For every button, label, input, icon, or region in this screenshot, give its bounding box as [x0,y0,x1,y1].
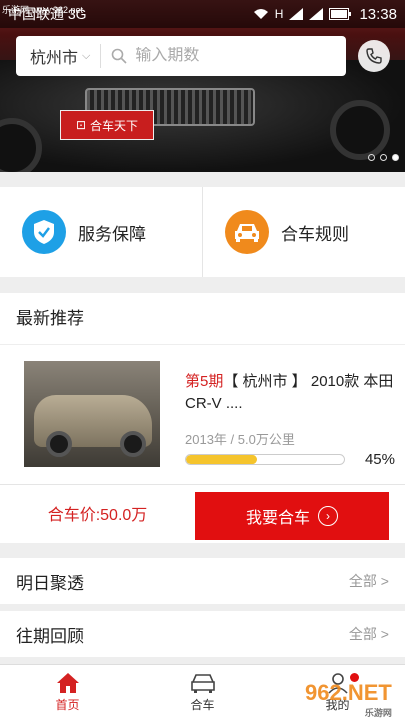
carousel-dot-active[interactable] [392,154,399,161]
car-icon [225,210,269,254]
clock: 13:38 [359,5,397,23]
price-label: 合车价:50.0万 [47,507,148,524]
city-selector[interactable]: 杭州市 ⌵ [16,44,102,68]
city-label: 杭州市 [30,50,79,67]
phone-button[interactable] [358,40,390,72]
listing-meta: 2013年 / 5.0万公里 [185,432,295,447]
row-history[interactable]: 往期回顾 全部 > [0,611,405,657]
signal-icon [309,8,324,20]
watermark-logo: 962.NET 乐游网 [305,680,392,718]
listing-card[interactable]: 第5期【 杭州市 】 2010款 本田CR-V .... 2013年 / 5.0… [0,345,405,485]
nav-label: 合车 [190,698,215,712]
row-label: 明日聚透 [16,573,84,593]
search-input[interactable] [135,47,336,65]
row-label: 往期回顾 [16,626,84,646]
view-all-link[interactable]: 全部 > [349,571,389,591]
section-title: 最新推荐 [0,293,405,345]
row-tomorrow[interactable]: 明日聚透 全部 > [0,558,405,604]
service-label: 合车规则 [281,224,349,244]
service-row: 服务保障 合车规则 [0,187,405,277]
home-icon [56,673,79,693]
listing-title: 第5期【 杭州市 】 2010款 本田CR-V .... [185,371,395,415]
banner-wheel [330,100,390,160]
plate-logo-icon: ⊡ [75,118,87,132]
signal-icon [289,8,304,20]
carousel-dot[interactable] [368,154,375,161]
carousel-indicator [368,154,399,161]
car-front-icon [190,674,215,693]
battery-icon [329,8,352,20]
search-bar: 杭州市 ⌵ [16,36,346,76]
status-icons: H [253,7,352,21]
nav-home[interactable]: 首页 [0,665,135,720]
nav-label: 首页 [55,698,80,712]
carousel-dot[interactable] [380,154,387,161]
buy-label: 我要合车 [245,510,310,527]
latest-section: 最新推荐 第5期【 杭州市 】 2010款 本田CR-V .... 2013年 … [0,293,405,543]
chevron-down-icon: ⌵ [82,49,91,62]
wifi-icon [253,9,268,19]
search-icon [112,48,127,64]
nav-hoche[interactable]: 合车 [135,665,270,720]
shield-check-icon [22,210,66,254]
buy-button[interactable]: 我要合车 › [195,492,389,540]
issue-number: 第5期 [185,373,224,390]
service-guarantee-button[interactable]: 服务保障 [0,187,203,277]
progress-bar [185,454,345,465]
banner-plate: ⊡ 合车天下 [60,110,154,140]
progress-percent: 45% [364,451,395,468]
plate-text: 合车天下 [90,118,139,133]
chevron-right-icon: › [318,506,338,526]
service-label: 服务保障 [78,224,146,244]
progress-fill [186,455,258,464]
watermark-text: 乐游网 www.962.net [2,5,84,15]
car-thumbnail [24,361,160,467]
network-type: H [274,7,284,21]
rules-button[interactable]: 合车规则 [203,187,405,277]
phone-icon [366,48,382,64]
view-all-link[interactable]: 全部 > [349,624,389,644]
